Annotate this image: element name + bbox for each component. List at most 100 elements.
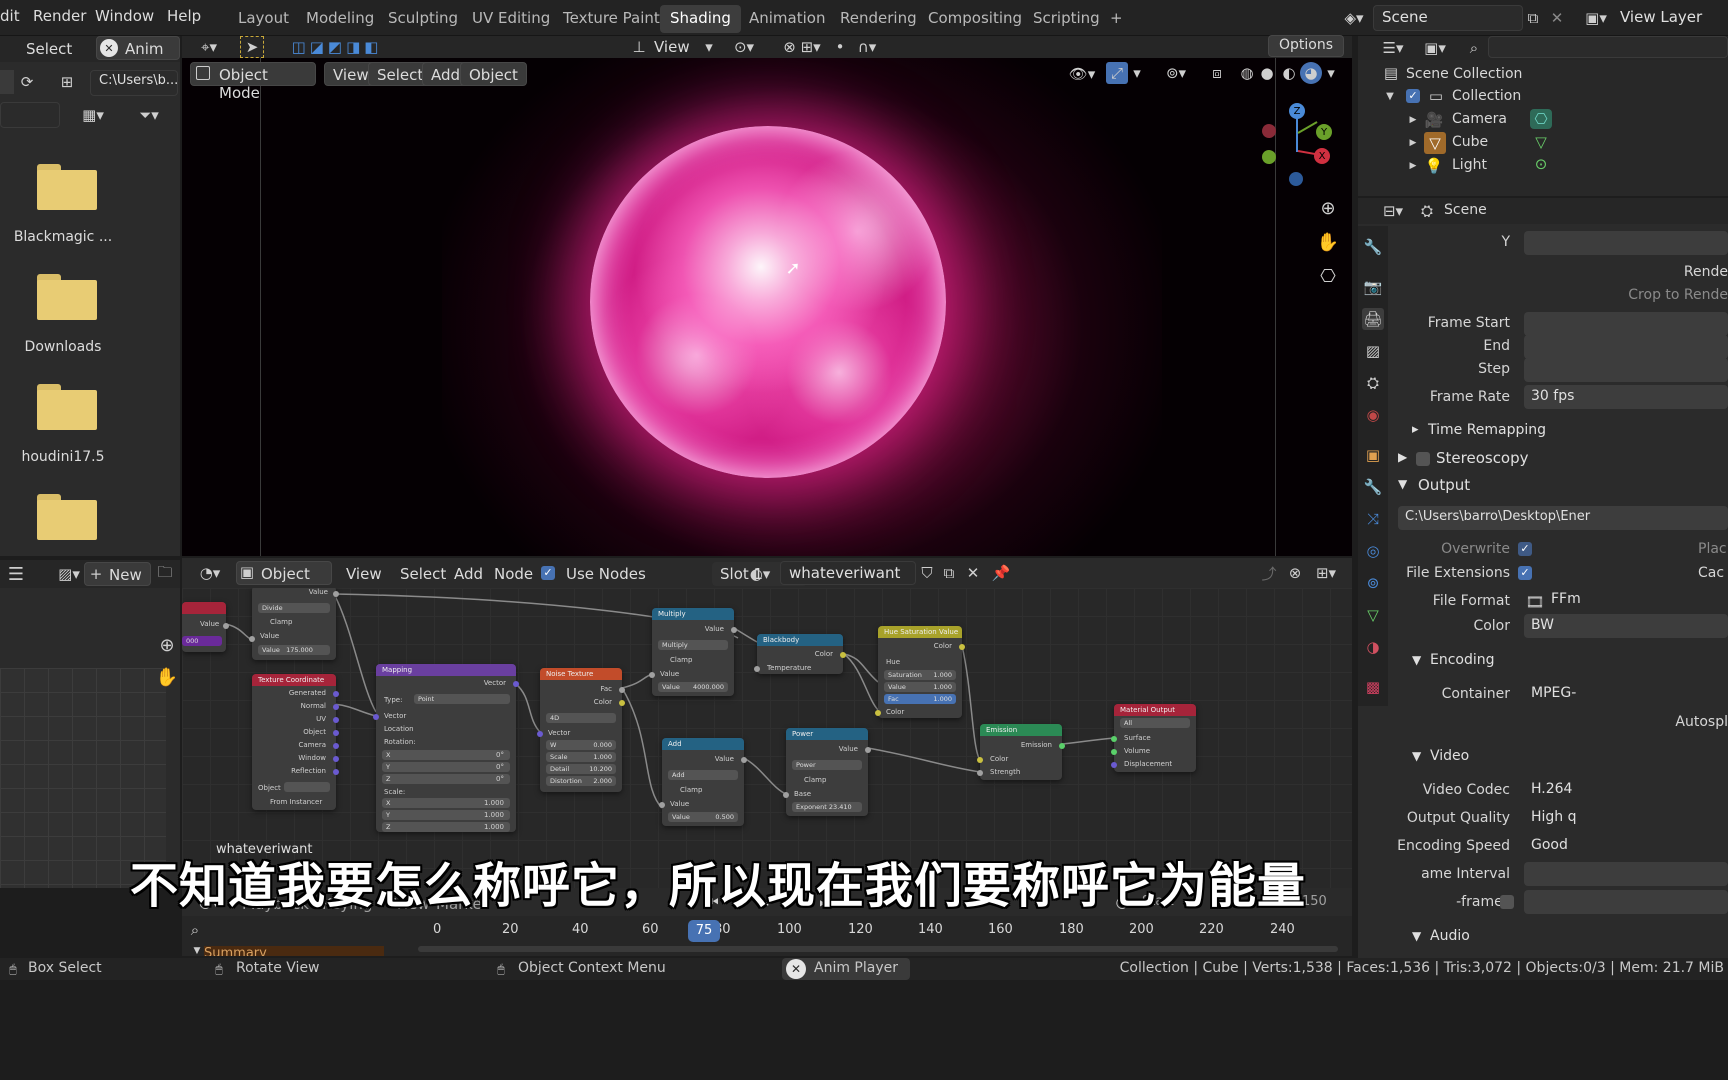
add-workspace-button[interactable]: +: [1100, 5, 1133, 33]
view-layer-icon[interactable]: ▣▾: [1580, 6, 1612, 30]
folder-label[interactable]: houdini17.5: [0, 449, 126, 465]
overlays-icon[interactable]: ⊚▾: [1156, 62, 1196, 84]
keyframe-interval-field[interactable]: [1524, 862, 1728, 886]
select-mode-icons[interactable]: ◫◪◩◨◧: [282, 36, 392, 58]
new-scene-icon[interactable]: ⧉: [1522, 6, 1544, 30]
mapping-type-dropdown[interactable]: Point: [414, 694, 510, 704]
material-tab-icon[interactable]: ◑: [1362, 636, 1384, 658]
bframes-checkbox[interactable]: [1500, 895, 1514, 909]
bframes-field[interactable]: [1524, 890, 1728, 914]
menu-render[interactable]: Render: [33, 7, 86, 25]
output-panel[interactable]: Output: [1418, 476, 1470, 494]
noise-distortion-field[interactable]: Distortion 2.000: [546, 776, 616, 786]
expand-arrow-icon[interactable]: ▶: [1408, 158, 1418, 174]
tab-scripting[interactable]: Scripting: [1023, 5, 1110, 33]
scene-selector-icon[interactable]: ◈▾: [1338, 6, 1370, 30]
use-nodes-checkbox[interactable]: ✓: [541, 566, 555, 580]
gizmo-toggle-icon[interactable]: ⤢: [1106, 62, 1128, 84]
file-select-menu[interactable]: Select: [18, 37, 80, 61]
node-math-multiply[interactable]: Multiply Value Multiply Clamp Value Valu…: [649, 608, 737, 696]
stereoscopy-checkbox[interactable]: [1416, 452, 1430, 466]
output-quality-dropdown[interactable]: High q: [1524, 806, 1728, 830]
node-noise-texture[interactable]: Noise Texture Fac Color 4D Vector W 0.00…: [537, 668, 625, 792]
light-data-icon[interactable]: ⊙: [1530, 154, 1552, 174]
file-extensions-checkbox[interactable]: ✓: [1518, 566, 1532, 580]
material-browse-icon[interactable]: ◐▾: [744, 562, 776, 586]
collection-checkbox[interactable]: ✓: [1406, 89, 1420, 103]
overwrite-checkbox[interactable]: ✓: [1518, 542, 1532, 556]
clamp-checkbox[interactable]: Clamp: [270, 618, 292, 626]
tab-animation[interactable]: Animation: [739, 5, 835, 33]
orientation-dropdown[interactable]: View: [654, 38, 690, 56]
proportional-edit-icon[interactable]: •: [830, 36, 850, 58]
node-math-divide[interactable]: Value Divide Clamp Value Value 175.000: [249, 588, 339, 660]
saturation-field[interactable]: Saturation 1.000: [884, 670, 956, 680]
rendered-shading-icon[interactable]: ◕: [1300, 62, 1322, 84]
xray-icon[interactable]: ⧈: [1206, 62, 1228, 84]
folder-icon[interactable]: [37, 494, 97, 540]
y-field[interactable]: [1524, 231, 1728, 255]
folder-label[interactable]: Blackmagic ...: [0, 229, 126, 245]
modifier-tab-icon[interactable]: 🔧: [1362, 476, 1384, 498]
file-format-dropdown[interactable]: FFm: [1544, 588, 1728, 612]
camera-data-icon[interactable]: ⎔: [1530, 109, 1552, 129]
encoding-panel[interactable]: Encoding: [1430, 652, 1495, 668]
value-field[interactable]: 000: [182, 636, 222, 646]
summary-channel[interactable]: Summary: [204, 946, 384, 956]
folder-icon[interactable]: [37, 384, 97, 430]
menu-icon[interactable]: ☰: [4, 562, 28, 586]
pan-hand-icon[interactable]: ✋: [1314, 228, 1342, 256]
unlink-material-icon[interactable]: ✕: [962, 561, 984, 585]
material-name-field[interactable]: whateveriwant: [780, 561, 916, 585]
gizmo-neg-x[interactable]: [1262, 124, 1276, 138]
noise-scale-field[interactable]: Scale 1.000: [546, 752, 616, 762]
pivot-icon[interactable]: ⊙▾: [724, 36, 764, 58]
gizmo-y-axis[interactable]: Y: [1316, 124, 1332, 140]
channel-search-input[interactable]: [186, 920, 406, 942]
close-icon[interactable]: ✕: [786, 959, 806, 979]
folder-icon[interactable]: [37, 164, 97, 210]
object-menu[interactable]: Object: [460, 62, 527, 86]
material-shading-icon[interactable]: ◐: [1278, 62, 1300, 84]
expand-arrow-icon[interactable]: ▼: [1384, 88, 1396, 104]
placeholders-label[interactable]: Plac: [1658, 541, 1728, 557]
pan-hand-icon[interactable]: ✋: [154, 664, 180, 690]
output-tab-icon[interactable]: 🖨: [1362, 308, 1384, 330]
parent-node-icon[interactable]: ⤴: [1258, 561, 1280, 585]
noise-w-field[interactable]: W 0.000: [546, 740, 616, 750]
view-layer-name[interactable]: View Layer: [1620, 8, 1702, 26]
tab-layout[interactable]: Layout: [228, 5, 299, 33]
pin-icon[interactable]: 📌: [990, 561, 1012, 585]
delete-scene-icon[interactable]: ✕: [1546, 6, 1568, 30]
tab-shading[interactable]: Shading: [660, 5, 741, 33]
noise-detail-field[interactable]: Detail 10.200: [546, 764, 616, 774]
display-mode-icon[interactable]: ▦▾: [72, 102, 114, 128]
tab-rendering[interactable]: Rendering: [830, 5, 927, 33]
options-dropdown[interactable]: Options: [1268, 35, 1345, 57]
wireframe-shading-icon[interactable]: ◍: [1236, 62, 1258, 84]
refresh-icon[interactable]: ⟳: [14, 70, 40, 94]
tab-modeling[interactable]: Modeling: [296, 5, 384, 33]
value-field[interactable]: Value 4000.000: [658, 682, 728, 692]
clamp-checkbox[interactable]: Clamp: [670, 656, 692, 664]
node-mapping[interactable]: Mapping Vector Type: Point Vector Locati…: [373, 664, 519, 832]
physics-tab-icon[interactable]: ◎: [1362, 540, 1384, 562]
chevron-down-icon[interactable]: ▾: [1130, 62, 1144, 84]
scene-tab-icon[interactable]: ⛭: [1362, 372, 1384, 394]
energy-sphere[interactable]: [590, 126, 946, 478]
transform-tool-icon[interactable]: ⌖▾: [194, 36, 224, 58]
rotation-z-field[interactable]: Z: [382, 774, 510, 784]
editor-type-icon[interactable]: ☰▾: [1376, 36, 1410, 60]
clamp-checkbox[interactable]: Clamp: [680, 786, 702, 794]
gizmo-neg-y[interactable]: [1262, 150, 1276, 164]
frame-ruler[interactable]: 0 20 40 60 80 100 120 140 160 180 200 22…: [418, 918, 1352, 944]
fac-field[interactable]: Fac 1.000: [884, 694, 956, 704]
solid-shading-icon[interactable]: ●: [1256, 62, 1278, 84]
camera-view-icon[interactable]: ⎔: [1314, 262, 1342, 290]
node-emission[interactable]: Emission Emission Color Strength: [977, 724, 1065, 780]
outliner-item-camera[interactable]: Camera: [1452, 111, 1507, 127]
fake-user-icon[interactable]: ⛉: [916, 561, 938, 585]
close-icon[interactable]: ✕: [100, 39, 118, 57]
value-field[interactable]: Value 0.500: [668, 812, 738, 822]
snap-icon[interactable]: ⊗ ⊞▾: [770, 36, 834, 58]
